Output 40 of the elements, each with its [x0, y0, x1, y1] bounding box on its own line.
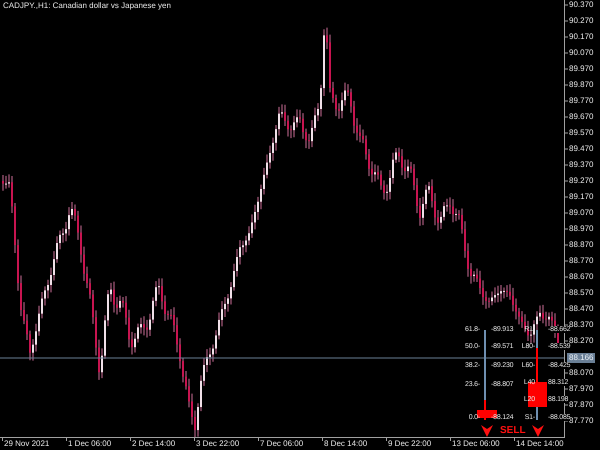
price-label: 88.370	[569, 321, 594, 329]
down-arrow-icon	[481, 425, 493, 437]
price-label: 88.470	[569, 305, 594, 313]
price-label: 90.170	[569, 33, 594, 41]
down-arrow-icon	[532, 425, 544, 437]
price-label: 87.770	[569, 417, 594, 425]
price-label: 87.870	[569, 401, 594, 409]
time-label: 2 Dec 14:00	[132, 440, 176, 448]
price-label: 89.670	[569, 113, 594, 121]
price-label: 89.770	[569, 97, 594, 105]
price-label: 90.270	[569, 17, 594, 25]
price-label: 89.170	[569, 193, 594, 201]
price-label: 90.070	[569, 49, 594, 57]
price-label: 89.270	[569, 177, 594, 185]
price-label: 88.970	[569, 225, 594, 233]
price-label: 90.370	[569, 1, 594, 9]
price-label: 89.570	[569, 129, 594, 137]
chart-title: CADJPY.,H1: Canadian dollar vs Japanese yen	[3, 2, 171, 10]
time-label: 14 Dec 14:00	[516, 440, 564, 448]
price-label: 89.070	[569, 209, 594, 217]
signal-label: SELL	[500, 426, 526, 436]
price-label: 88.570	[569, 289, 594, 297]
current-price-badge: 88.166	[567, 353, 596, 363]
time-label: 9 Dec 22:00	[388, 440, 432, 448]
price-label: 87.970	[569, 385, 594, 393]
price-label: 88.670	[569, 273, 594, 281]
time-label: 3 Dec 22:00	[196, 440, 240, 448]
price-label: 89.870	[569, 81, 594, 89]
price-label: 88.870	[569, 241, 594, 249]
price-label: 88.270	[569, 337, 594, 345]
time-label: 13 Dec 06:00	[452, 440, 500, 448]
price-label: 89.970	[569, 65, 594, 73]
time-label: 1 Dec 06:00	[68, 440, 112, 448]
time-label: 7 Dec 06:00	[260, 440, 304, 448]
price-label: 88.070	[569, 369, 594, 377]
time-label: 29 Nov 2021	[4, 440, 50, 448]
price-label: 89.470	[569, 145, 594, 153]
price-label: 89.370	[569, 161, 594, 169]
time-label: 8 Dec 14:00	[324, 440, 368, 448]
price-label: 88.770	[569, 257, 594, 265]
